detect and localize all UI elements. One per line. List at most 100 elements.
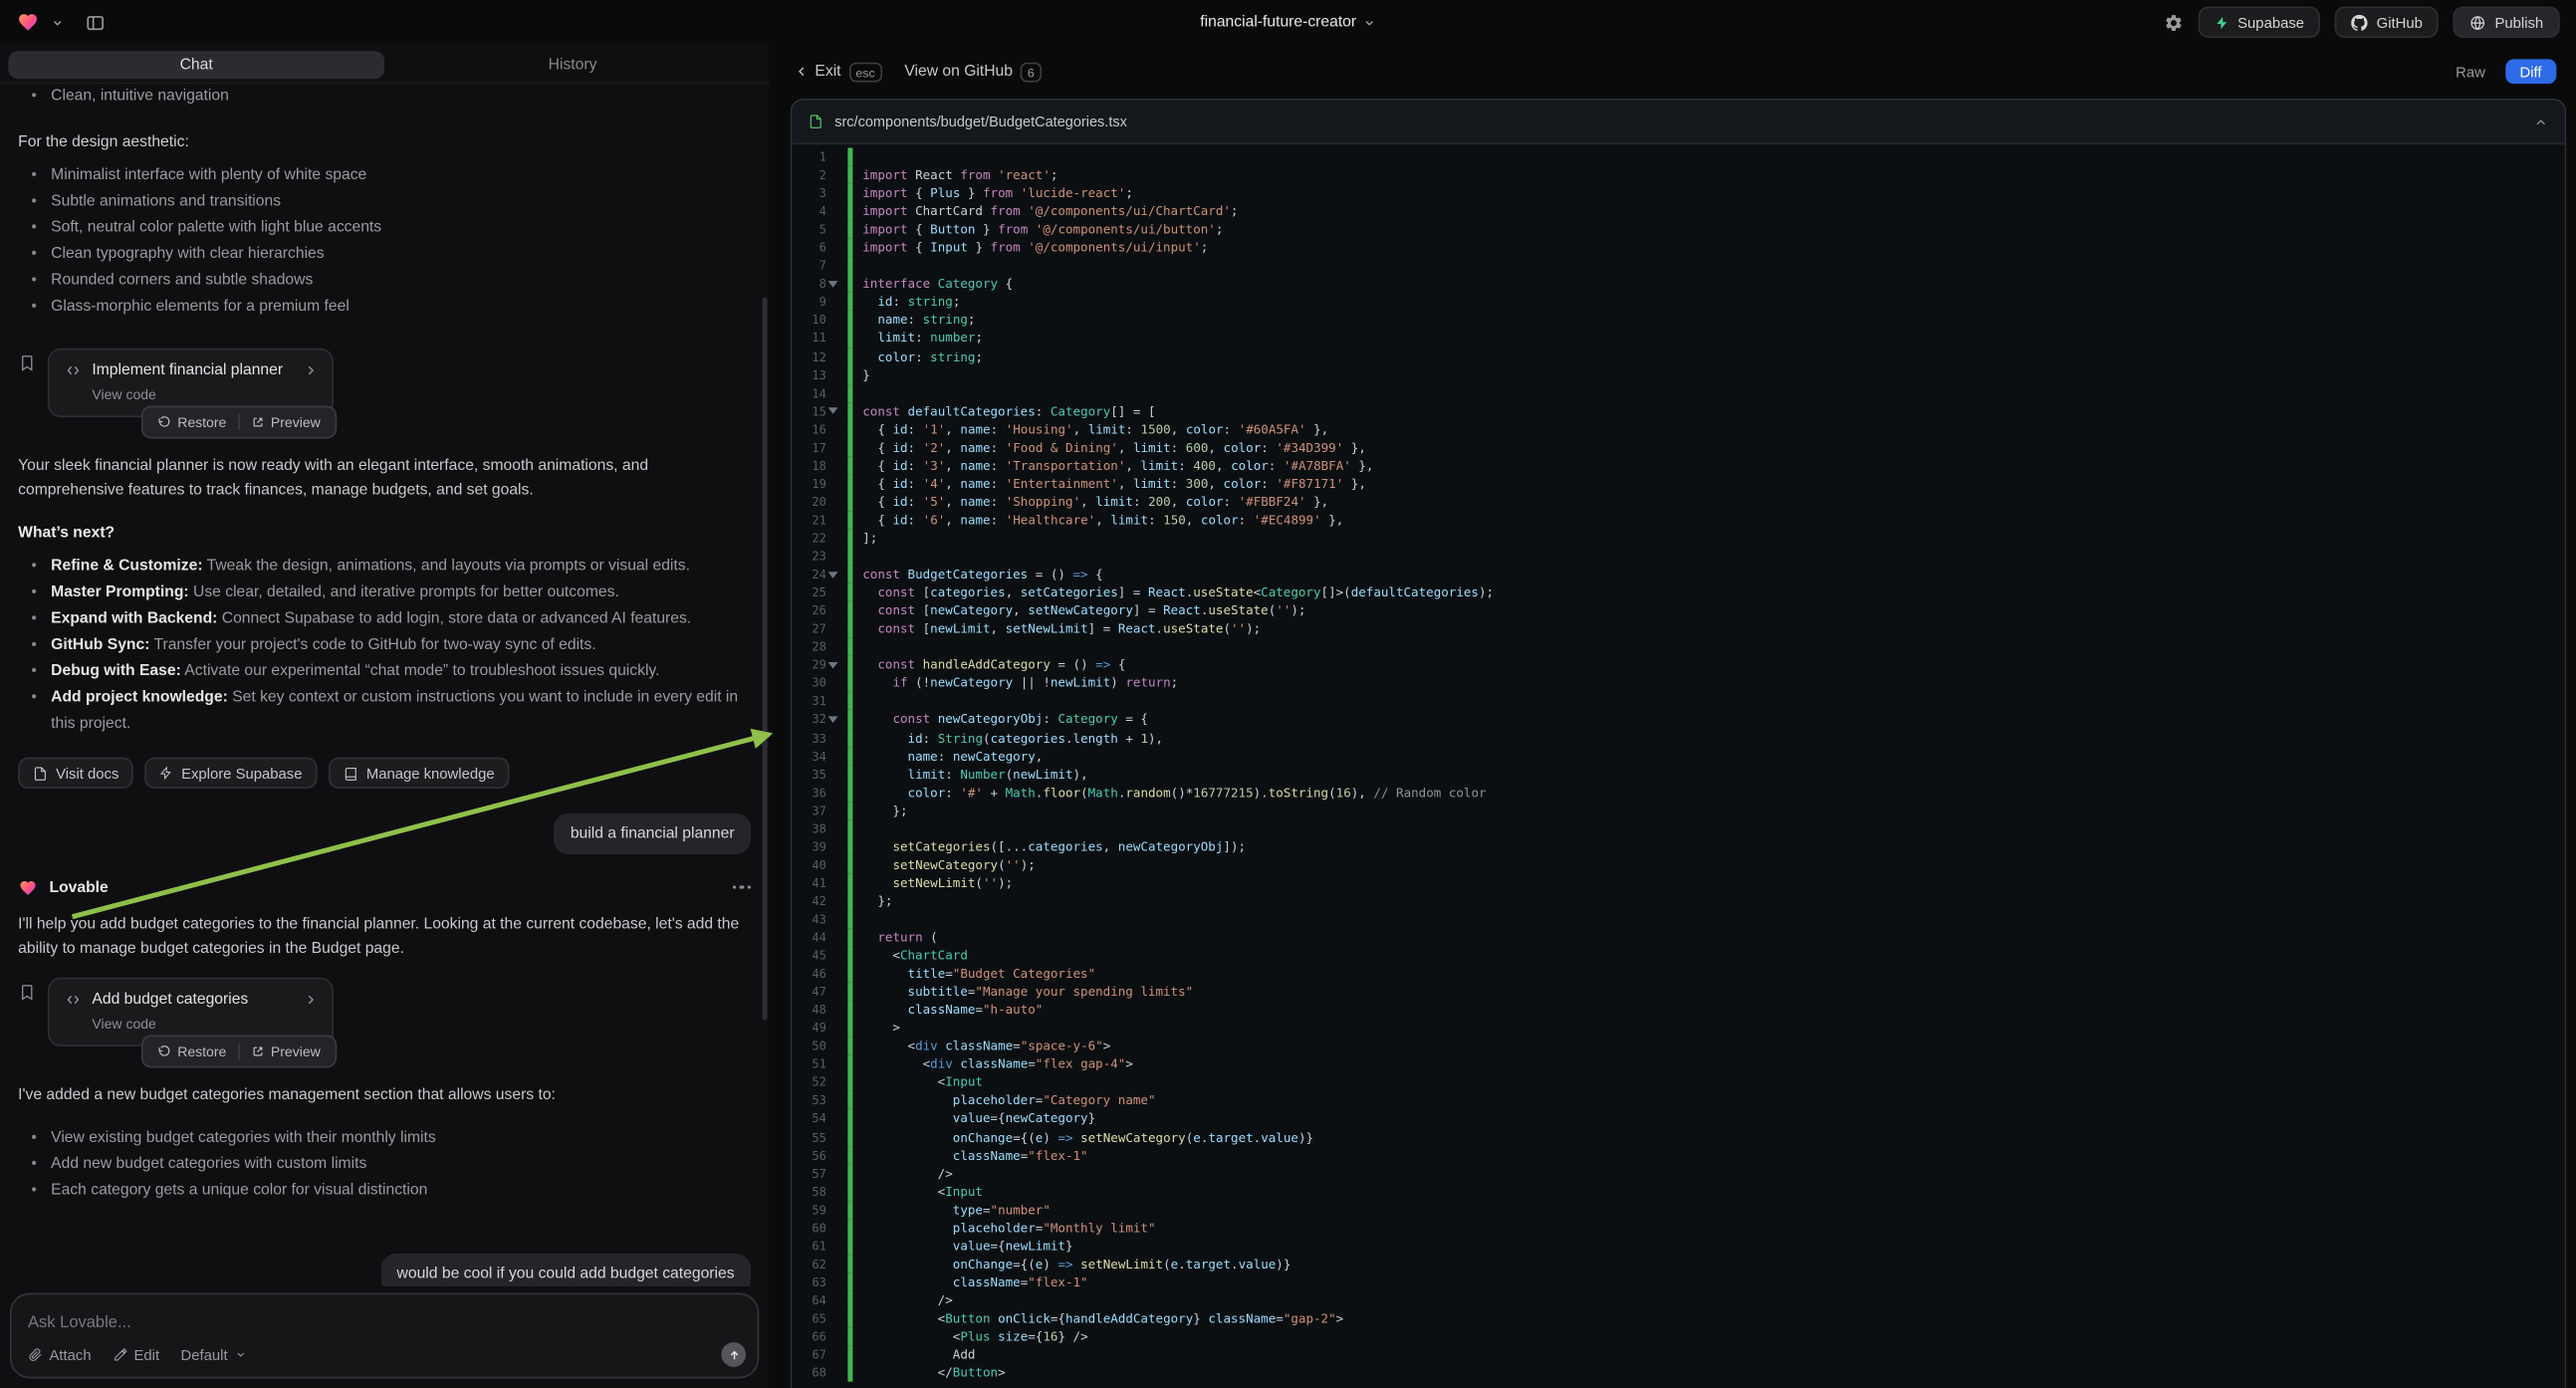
code-line: 56 className="flex-1" — [792, 1146, 2564, 1164]
exit-button[interactable]: Exit — [796, 63, 841, 81]
code-line: 44 return ( — [792, 928, 2564, 946]
user-message: build a financial planner — [554, 813, 751, 854]
code-line: 24const BudgetCategories = () => { — [792, 566, 2564, 583]
sidebar-toggle-icon[interactable] — [86, 12, 106, 32]
code-line: 63 className="flex-1" — [792, 1273, 2564, 1291]
code-line: 31 — [792, 692, 2564, 710]
code-line: 25 const [categories, setCategories] = R… — [792, 583, 2564, 601]
external-link-icon — [251, 1044, 264, 1057]
github-button[interactable]: GitHub — [2335, 7, 2439, 38]
bookmark-icon[interactable] — [18, 983, 36, 1003]
bookmark-icon[interactable] — [18, 353, 36, 373]
code-line: 38 — [792, 819, 2564, 837]
restore-icon — [157, 415, 170, 428]
list-item: Rounded corners and subtle shadows — [18, 268, 751, 294]
code-viewer: src/components/budget/BudgetCategories.t… — [791, 99, 2567, 1388]
code-line: 12 color: string; — [792, 347, 2564, 365]
chat-input[interactable] — [28, 1314, 741, 1332]
chat-panel: Chat History Clean, intuitive navigation… — [0, 45, 769, 1388]
code-line: 16 { id: '1', name: 'Housing', limit: 15… — [792, 420, 2564, 438]
list-item: Each category gets a unique color for vi… — [18, 1178, 751, 1204]
chat-scrollbar-thumb[interactable] — [763, 298, 768, 1021]
code-line: 43 — [792, 910, 2564, 928]
preview-button[interactable]: Preview — [240, 411, 333, 434]
pencil-icon — [113, 1347, 127, 1362]
code-lines[interactable]: 12import React from 'react';3import { Pl… — [792, 144, 2564, 1388]
tool-card-implement-financial-planner[interactable]: Implement financial planner View code Re… — [48, 348, 334, 417]
list-item: Refine & Customize: Tweak the design, an… — [18, 554, 751, 579]
list-item: GitHub Sync: Transfer your project's cod… — [18, 632, 751, 658]
project-chevron-down-icon — [1363, 16, 1376, 29]
tab-history[interactable]: History — [384, 51, 761, 79]
fold-chevron-icon[interactable] — [828, 408, 838, 415]
restore-button[interactable]: Restore — [146, 1040, 238, 1062]
mode-select[interactable]: Default — [181, 1346, 246, 1363]
message-options-button[interactable] — [732, 885, 751, 889]
fold-chevron-icon[interactable] — [828, 572, 838, 578]
restore-button[interactable]: Restore — [146, 411, 238, 434]
code-line: 62 onChange={(e) => setNewLimit(e.target… — [792, 1255, 2564, 1272]
tab-chat[interactable]: Chat — [8, 51, 384, 79]
fold-chevron-icon[interactable] — [828, 717, 838, 724]
restore-preview-popover: Restore Preview — [141, 406, 337, 439]
design-bullets: Minimalist interface with plenty of whit… — [18, 162, 751, 320]
manage-knowledge-button[interactable]: Manage knowledge — [329, 758, 510, 789]
tool-card-title: Implement financial planner — [92, 361, 294, 379]
code-line: 32 const newCategoryObj: Category = { — [792, 711, 2564, 729]
code-line: 26 const [newCategory, setNewCategory] =… — [792, 601, 2564, 619]
chat-messages[interactable]: Clean, intuitive navigation For the desi… — [0, 84, 769, 1286]
raw-toggle-button[interactable]: Raw — [2456, 64, 2485, 81]
view-on-github-button[interactable]: View on GitHub — [904, 63, 1013, 81]
diff-toggle-button[interactable]: Diff — [2505, 59, 2557, 84]
lovable-app: financial-future-creator Supabase GitHub — [0, 0, 2576, 1388]
code-line: 22]; — [792, 529, 2564, 547]
code-line: 66 <Plus size={16} /> — [792, 1327, 2564, 1345]
code-panel-header: Exit esc View on GitHub 6 Raw Diff — [769, 45, 2576, 99]
code-line: 58 <Input — [792, 1182, 2564, 1200]
quick-actions: Visit docs Explore Supabase Manage knowl… — [18, 758, 751, 789]
code-line: 8interface Category { — [792, 275, 2564, 293]
code-line: 60 placeholder="Monthly limit" — [792, 1219, 2564, 1237]
collapse-file-chevron-up-icon[interactable] — [2533, 115, 2548, 129]
github-shortcut-badge: 6 — [1021, 62, 1041, 82]
edit-button[interactable]: Edit — [113, 1346, 159, 1363]
code-line: 52 <Input — [792, 1073, 2564, 1091]
assistant-name: Lovable — [50, 878, 109, 896]
code-line: 37 }; — [792, 802, 2564, 819]
publish-button[interactable]: Publish — [2454, 7, 2559, 38]
view-code-link[interactable]: View code — [92, 386, 317, 403]
code-line: 49 > — [792, 1019, 2564, 1037]
visit-docs-button[interactable]: Visit docs — [18, 758, 133, 789]
supabase-bolt-icon — [2215, 14, 2229, 31]
list-item: Debug with Ease: Activate our experiment… — [18, 659, 751, 685]
explore-supabase-button[interactable]: Explore Supabase — [145, 758, 318, 789]
lovable-logo-heart-icon[interactable] — [17, 12, 40, 33]
supabase-button[interactable]: Supabase — [2199, 7, 2321, 38]
code-line: 42 }; — [792, 892, 2564, 910]
chevron-left-icon — [796, 64, 809, 79]
code-line: 15const defaultCategories: Category[] = … — [792, 402, 2564, 420]
supabase-bolt-icon — [160, 766, 173, 781]
docs-icon — [33, 765, 48, 782]
tool-card-row-implement: Implement financial planner View code Re… — [18, 348, 751, 417]
code-line: 55 onChange={(e) => setNewCategory(e.tar… — [792, 1128, 2564, 1146]
send-button[interactable] — [721, 1342, 746, 1367]
workspace-chevron-down-icon[interactable] — [51, 16, 64, 29]
view-code-link[interactable]: View code — [92, 1016, 317, 1032]
attach-button[interactable]: Attach — [28, 1346, 92, 1363]
code-line: 50 <div className="space-y-6"> — [792, 1038, 2564, 1055]
lovable-heart-icon — [18, 878, 38, 896]
assistant-header: Lovable — [18, 875, 751, 898]
list-item: Subtle animations and transitions — [18, 189, 751, 215]
file-header[interactable]: src/components/budget/BudgetCategories.t… — [792, 101, 2564, 145]
code-line: 14 — [792, 383, 2564, 401]
project-switcher[interactable]: financial-future-creator — [1200, 13, 1376, 31]
preview-button[interactable]: Preview — [240, 1040, 333, 1062]
code-line: 39 setCategories([...categories, newCate… — [792, 837, 2564, 855]
tool-card-add-budget-categories[interactable]: Add budget categories View code Restore — [48, 978, 334, 1046]
code-line: 29 const handleAddCategory = () => { — [792, 656, 2564, 674]
fold-chevron-icon[interactable] — [828, 281, 838, 288]
code-line: 18 { id: '3', name: 'Transportation', li… — [792, 456, 2564, 474]
settings-gear-icon[interactable] — [2164, 12, 2184, 32]
fold-chevron-icon[interactable] — [828, 662, 838, 669]
